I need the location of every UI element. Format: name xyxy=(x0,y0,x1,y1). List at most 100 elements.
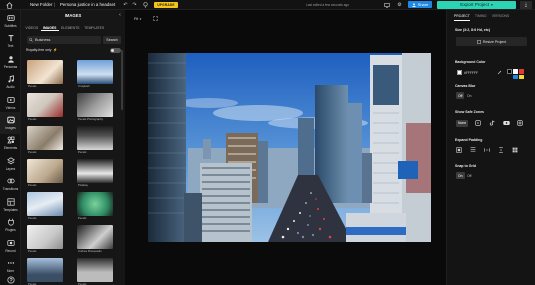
thumbnail-image xyxy=(27,93,63,117)
sidebar-item-plugins[interactable]: Plugins xyxy=(0,214,21,236)
search-input[interactable] xyxy=(35,38,99,42)
info-icon[interactable]: ⚡ xyxy=(53,48,57,52)
thumbnail-credit: Pexels xyxy=(78,150,112,154)
image-thumbnail[interactable]: Unsplash xyxy=(77,60,113,90)
tab-videos[interactable]: VIDEOS xyxy=(23,25,41,31)
sidebar-item-text[interactable]: Text xyxy=(0,30,21,52)
video-icon xyxy=(6,97,15,104)
sidebar-item-elements[interactable]: Elements xyxy=(0,132,21,154)
image-thumbnail[interactable]: Pixabay xyxy=(77,159,113,189)
breadcrumb-folder[interactable]: New Folder xyxy=(30,2,52,7)
sidebar-item-label: Transitions xyxy=(2,186,19,191)
image-thumbnail[interactable]: Pexels xyxy=(27,60,63,90)
share-button[interactable]: Share xyxy=(408,1,432,8)
color-hex[interactable]: #FFFFFF xyxy=(464,71,478,75)
swatch-red[interactable] xyxy=(519,69,524,74)
undo-icon[interactable]: ↶ xyxy=(122,2,129,9)
thumbnail-source: Pexels xyxy=(28,183,37,187)
padding-all-icon[interactable] xyxy=(456,147,462,153)
tab-timing[interactable]: TIMING xyxy=(475,14,487,21)
tab-templates[interactable]: TEMPLATES xyxy=(82,25,107,31)
image-thumbnail[interactable]: Andrea Piacquadio xyxy=(77,225,113,255)
thumbnail-credit: Pexels xyxy=(28,249,62,253)
image-thumbnail[interactable]: Pexels xyxy=(27,258,63,285)
image-thumbnail[interactable]: Pexels xyxy=(27,225,63,255)
panel-scrollbar[interactable] xyxy=(121,50,123,110)
thumbnail-source: Andrea Piacquadio xyxy=(78,249,102,253)
monitor-icon[interactable] xyxy=(383,2,390,9)
instagram-reels-icon[interactable] xyxy=(474,119,482,127)
elements-icon xyxy=(6,136,14,144)
sidebar-item-transitions[interactable]: Transitions xyxy=(0,173,21,195)
search-box xyxy=(27,36,101,44)
canvas-blur-on[interactable]: On xyxy=(465,92,474,99)
padding-top-icon[interactable] xyxy=(470,147,476,153)
thumbnail-image xyxy=(27,225,63,249)
sidebar-item-help[interactable]: Help xyxy=(0,272,21,285)
thumbnail-source: Pexels xyxy=(28,216,37,220)
image-thumbnail[interactable]: Pexels xyxy=(77,126,113,156)
document-title[interactable]: Persona justice in a headset xyxy=(60,2,120,7)
save-status: Last edited a few seconds ago xyxy=(306,2,350,7)
sidebar-item-record[interactable]: Record xyxy=(0,235,21,257)
tab-images[interactable]: IMAGES xyxy=(40,25,59,31)
image-thumbnail[interactable]: Pexels xyxy=(27,192,63,222)
export-project-button[interactable]: Export Project ▾ xyxy=(437,0,516,9)
safe-zone-none[interactable]: None xyxy=(456,119,469,127)
sidebar-item-videos[interactable]: Videos xyxy=(0,92,21,114)
royalty-free-text: Royalty-free only xyxy=(26,48,52,52)
padding-grid-icon[interactable] xyxy=(512,147,518,153)
fullscreen-icon[interactable] xyxy=(152,15,159,22)
thumbnail-credit: Pexels xyxy=(28,216,62,220)
zoom-select[interactable]: Fit ▾ xyxy=(134,15,141,22)
settings-icon[interactable]: ⚙ xyxy=(396,2,403,9)
youtube-icon[interactable] xyxy=(502,119,510,127)
royalty-free-toggle[interactable] xyxy=(110,48,121,53)
color-preview[interactable] xyxy=(457,70,462,75)
snap-off[interactable]: Off xyxy=(465,172,473,179)
home-button[interactable] xyxy=(3,1,15,9)
sidebar-item-personas[interactable]: Personas xyxy=(0,51,21,73)
music-icon xyxy=(7,75,14,83)
swatch-blue[interactable] xyxy=(513,74,518,79)
image-thumbnail[interactable]: Pexels Photography xyxy=(77,93,113,123)
tab-project[interactable]: PROJECT xyxy=(454,14,470,21)
swatch-black[interactable] xyxy=(507,69,512,74)
sidebar-item-images[interactable]: Images xyxy=(0,112,21,134)
snap-on[interactable]: On xyxy=(456,172,465,179)
canvas-blur-off[interactable]: Off xyxy=(456,92,465,99)
sidebar-item-layers[interactable]: Layers xyxy=(0,153,21,175)
padding-options xyxy=(456,147,518,153)
image-thumbnail[interactable]: Pexels xyxy=(27,159,63,189)
resize-label: Resize Project xyxy=(482,39,507,44)
swatch-yellow[interactable] xyxy=(519,74,524,79)
sidebar-item-audio[interactable]: Audio xyxy=(0,71,21,93)
swatch-white[interactable] xyxy=(513,69,518,74)
canvas-image[interactable] xyxy=(148,53,431,242)
thumbnail-image xyxy=(27,159,63,183)
instagram-icon[interactable] xyxy=(516,119,524,127)
tab-versions[interactable]: VERSIONS xyxy=(492,14,510,21)
redo-icon[interactable]: ↷ xyxy=(131,2,138,9)
search-button[interactable]: Search xyxy=(103,36,121,44)
image-thumbnail[interactable]: Pexels xyxy=(27,126,63,156)
collapse-panel-icon[interactable]: ‹ xyxy=(117,12,123,18)
eyedropper-icon[interactable] xyxy=(496,70,502,76)
upgrade-button[interactable]: UPGRADE xyxy=(154,1,178,8)
resize-project-button[interactable]: Resize Project xyxy=(456,37,527,46)
padding-horizontal-icon[interactable] xyxy=(484,147,490,153)
padding-vertical-icon[interactable] xyxy=(498,147,504,153)
download-button[interactable]: ⤓ xyxy=(520,0,532,9)
sidebar-item-subtitles[interactable]: Subtitles xyxy=(0,10,21,32)
thumbnail-credit: Pexels xyxy=(28,117,62,121)
lightbulb-icon[interactable] xyxy=(142,2,149,9)
image-thumbnail[interactable]: Pexels xyxy=(27,93,63,123)
image-thumbnail[interactable]: Pexels xyxy=(77,192,113,222)
sidebar-item-templates[interactable]: Templates xyxy=(0,194,21,216)
safe-zone-options: None xyxy=(456,119,524,127)
tab-elements[interactable]: ELEMENTS xyxy=(59,25,82,31)
templates-icon xyxy=(6,198,15,206)
tiktok-icon[interactable] xyxy=(488,119,496,127)
layers-icon xyxy=(6,157,15,165)
image-thumbnail[interactable]: Pexels xyxy=(77,258,113,285)
